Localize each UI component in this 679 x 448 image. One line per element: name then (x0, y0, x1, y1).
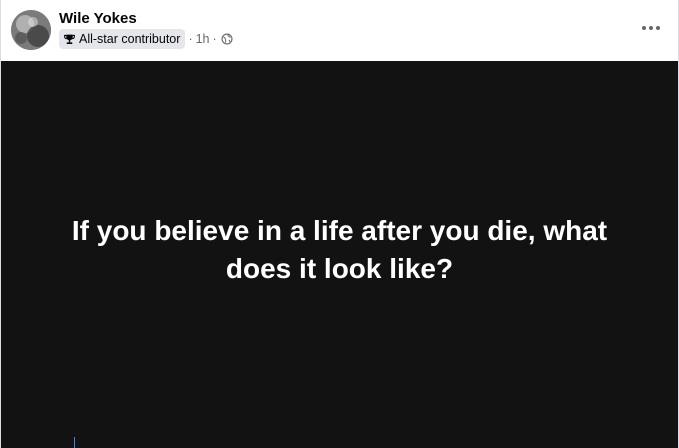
globe-icon[interactable] (221, 33, 233, 45)
more-options-button[interactable] (636, 14, 666, 42)
meta-separator: · (188, 32, 193, 46)
avatar-photo-icon (11, 10, 51, 50)
trophy-icon (64, 34, 75, 44)
post-header: Wile Yokes All-star contributor · 1h · (1, 0, 678, 61)
meta-separator: · (212, 32, 217, 46)
more-horizontal-icon (642, 26, 660, 30)
badge-label: All-star contributor (79, 32, 181, 46)
post-meta: All-star contributor · 1h · (59, 29, 233, 49)
author-name[interactable]: Wile Yokes (59, 10, 137, 28)
text-cursor (74, 437, 75, 448)
post-timestamp[interactable]: 1h (196, 32, 210, 46)
post-media[interactable]: If you believe in a life after you die, … (1, 61, 678, 448)
post-text-card: If you believe in a life after you die, … (71, 214, 608, 284)
post-card: Wile Yokes All-star contributor · 1h · I… (0, 0, 679, 448)
contributor-badge[interactable]: All-star contributor (59, 29, 186, 49)
author-avatar[interactable] (11, 10, 51, 50)
